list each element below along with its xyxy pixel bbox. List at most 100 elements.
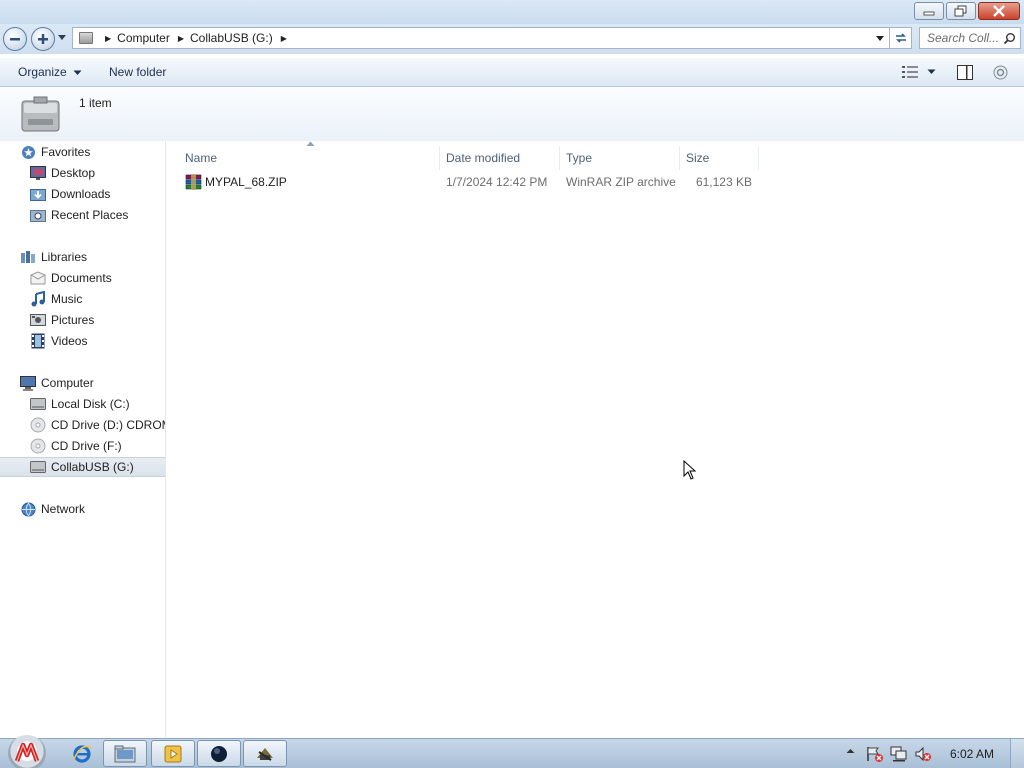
utility-app-icon bbox=[257, 747, 273, 761]
search-input[interactable]: Search Coll... bbox=[919, 27, 1021, 49]
command-bar: Organize New folder bbox=[0, 58, 1024, 87]
refresh-button[interactable] bbox=[889, 28, 911, 48]
new-folder-button[interactable]: New folder bbox=[109, 65, 166, 79]
nav-documents-label: Documents bbox=[51, 271, 112, 285]
forward-button[interactable] bbox=[31, 27, 55, 51]
music-icon bbox=[30, 291, 46, 307]
nav-music-label: Music bbox=[51, 292, 83, 306]
title-bar bbox=[0, 0, 1024, 24]
nav-downloads-label: Downloads bbox=[51, 187, 111, 201]
taskbar-app-utility[interactable] bbox=[243, 740, 287, 767]
file-size: 61,123 KB bbox=[695, 175, 752, 189]
file-list-view[interactable]: Name Date modified Type Size MYPAL_68.ZI… bbox=[167, 141, 1024, 737]
minimize-button[interactable] bbox=[914, 2, 944, 20]
nav-music[interactable]: Music bbox=[0, 289, 165, 309]
forward-arrow-icon bbox=[38, 34, 48, 44]
nav-network[interactable]: Network bbox=[0, 499, 165, 519]
media-player-icon bbox=[164, 745, 182, 762]
address-bar[interactable]: ▶ Computer ▶ CollabUSB (G:) ▶ bbox=[72, 27, 912, 49]
nav-collabusb-g-label: CollabUSB (G:) bbox=[51, 460, 134, 474]
nav-cd-drive-f[interactable]: CD Drive (F:) bbox=[0, 436, 165, 456]
views-dropdown-icon[interactable] bbox=[927, 69, 936, 75]
winrar-archive-icon bbox=[185, 174, 202, 190]
volume-muted-icon[interactable] bbox=[914, 746, 932, 762]
cd-drive-icon bbox=[30, 438, 46, 454]
taskbar-app-dark-orb[interactable] bbox=[197, 740, 241, 767]
nav-favorites-label: Favorites bbox=[41, 145, 91, 159]
file-date-modified: 1/7/2024 12:42 PM bbox=[446, 175, 548, 189]
documents-icon bbox=[30, 270, 46, 286]
search-icon[interactable] bbox=[1003, 32, 1016, 45]
internet-explorer-icon bbox=[73, 744, 92, 763]
close-icon bbox=[993, 5, 1005, 17]
nav-favorites[interactable]: Favorites bbox=[0, 142, 165, 162]
breadcrumb-chevron-icon[interactable]: ▶ bbox=[178, 34, 184, 43]
back-button[interactable] bbox=[3, 27, 27, 51]
nav-libraries[interactable]: Libraries bbox=[0, 247, 165, 267]
breadcrumb-collabusb[interactable]: CollabUSB (G:) bbox=[190, 31, 273, 45]
nav-recent-places[interactable]: Recent Places bbox=[0, 205, 165, 225]
show-desktop-button[interactable] bbox=[1010, 739, 1024, 768]
nav-videos[interactable]: Videos bbox=[0, 331, 165, 351]
network-globe-icon bbox=[20, 501, 36, 517]
cd-drive-icon bbox=[30, 417, 46, 433]
taskbar-windows-explorer[interactable] bbox=[103, 740, 147, 767]
organize-button[interactable]: Organize bbox=[18, 65, 82, 79]
column-header-type[interactable]: Type bbox=[560, 146, 680, 170]
minimize-icon bbox=[923, 11, 935, 16]
nav-documents[interactable]: Documents bbox=[0, 268, 165, 288]
nav-local-disk-c[interactable]: Local Disk (C:) bbox=[0, 394, 165, 414]
address-dropdown-icon[interactable] bbox=[875, 35, 885, 43]
nav-downloads[interactable]: Downloads bbox=[0, 184, 165, 204]
navigation-pane: Favorites Desktop Downloads Recent Place… bbox=[0, 141, 166, 737]
nav-local-disk-c-label: Local Disk (C:) bbox=[51, 397, 130, 411]
close-button[interactable] bbox=[978, 2, 1020, 20]
nav-desktop[interactable]: Desktop bbox=[0, 163, 165, 183]
restore-icon bbox=[954, 5, 967, 17]
nav-recent-places-label: Recent Places bbox=[51, 208, 129, 222]
start-button[interactable] bbox=[8, 735, 46, 768]
column-header-date-modified[interactable]: Date modified bbox=[440, 146, 560, 170]
organize-label: Organize bbox=[18, 65, 67, 79]
breadcrumb-computer[interactable]: Computer bbox=[117, 31, 170, 45]
usb-drive-icon bbox=[30, 459, 46, 475]
preview-pane-icon[interactable] bbox=[957, 65, 973, 80]
breadcrumb-chevron-icon[interactable]: ▶ bbox=[105, 34, 111, 43]
back-arrow-icon bbox=[10, 38, 20, 41]
nav-collabusb-g[interactable]: CollabUSB (G:) bbox=[0, 457, 165, 477]
action-center-flag-icon[interactable] bbox=[866, 746, 884, 762]
breadcrumb-chevron-icon[interactable]: ▶ bbox=[281, 34, 287, 43]
show-hidden-icons-icon[interactable] bbox=[846, 748, 855, 754]
videos-icon bbox=[30, 333, 46, 349]
taskbar: 6:02 AM bbox=[0, 735, 1024, 768]
column-header-name[interactable]: Name bbox=[179, 146, 440, 170]
taskbar-media-player[interactable] bbox=[151, 740, 195, 767]
desktop-icon bbox=[30, 165, 46, 181]
hard-drive-icon bbox=[30, 396, 46, 412]
file-name[interactable]: MYPAL_68.ZIP bbox=[205, 175, 287, 189]
nav-cd-drive-d[interactable]: CD Drive (D:) CDROM bbox=[0, 415, 165, 435]
change-view-icon[interactable] bbox=[902, 66, 918, 78]
details-header: 1 item bbox=[0, 88, 1024, 141]
nav-pictures[interactable]: Pictures bbox=[0, 310, 165, 330]
nav-libraries-label: Libraries bbox=[41, 250, 88, 264]
nav-videos-label: Videos bbox=[51, 334, 88, 348]
restore-button[interactable] bbox=[946, 2, 976, 20]
nav-computer-label: Computer bbox=[41, 376, 94, 390]
favorites-star-icon bbox=[20, 144, 36, 160]
dark-orb-icon bbox=[211, 745, 227, 762]
recent-pages-dropdown-icon[interactable] bbox=[57, 34, 67, 42]
computer-icon bbox=[20, 375, 36, 391]
nav-computer[interactable]: Computer bbox=[0, 373, 165, 393]
nav-cd-drive-f-label: CD Drive (F:) bbox=[51, 439, 122, 453]
taskbar-internet-explorer[interactable] bbox=[60, 740, 104, 767]
mouse-cursor-icon bbox=[683, 460, 697, 480]
help-icon[interactable] bbox=[993, 65, 1008, 80]
taskbar-clock[interactable]: 6:02 AM bbox=[950, 747, 994, 761]
search-placeholder: Search Coll... bbox=[927, 31, 1000, 45]
window-controls bbox=[914, 2, 1020, 20]
windows-explorer-icon bbox=[114, 745, 136, 762]
network-status-icon[interactable] bbox=[890, 746, 908, 762]
file-row[interactable]: MYPAL_68.ZIP 1/7/2024 12:42 PM WinRAR ZI… bbox=[183, 171, 763, 193]
column-header-size[interactable]: Size bbox=[680, 146, 759, 170]
